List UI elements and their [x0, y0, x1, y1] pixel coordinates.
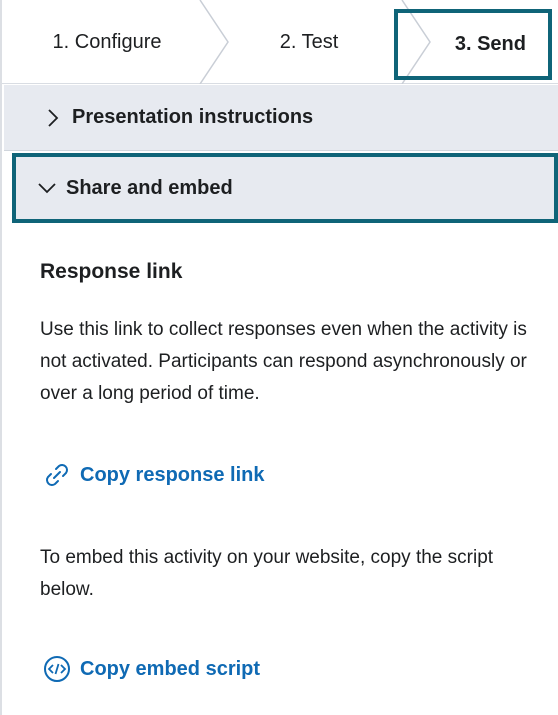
copy-embed-script-button[interactable]: Copy embed script	[40, 654, 260, 684]
activity-send-panel: 1. Configure 2. Test 3. Send Presentatio…	[0, 0, 558, 715]
link-icon	[40, 460, 74, 490]
embed-description: To embed this activity on your website, …	[40, 547, 494, 600]
step-tabs: 1. Configure 2. Test 3. Send	[2, 0, 558, 84]
tab-send[interactable]: 3. Send	[394, 9, 552, 80]
tab-test-label: 2. Test	[279, 30, 339, 53]
accordion-share-label: Share and embed	[66, 176, 233, 199]
response-link-description: Use this link to collect responses even …	[40, 319, 527, 404]
tab-test[interactable]: 2. Test	[214, 0, 404, 84]
copy-response-link-button[interactable]: Copy response link	[40, 460, 265, 490]
chevron-down-icon	[38, 183, 56, 194]
tab-send-label: 3. Send	[454, 33, 526, 55]
copy-response-link-label: Copy response link	[80, 463, 265, 486]
accordion-share-and-embed[interactable]: Share and embed	[12, 153, 558, 223]
accordion-presentation-instructions[interactable]: Presentation instructions	[4, 85, 558, 151]
code-embed-icon	[40, 654, 74, 684]
chevron-right-icon	[48, 108, 59, 127]
tab-configure[interactable]: 1. Configure	[4, 0, 210, 84]
copy-embed-script-label: Copy embed script	[80, 657, 261, 680]
response-link-title: Response link	[40, 260, 183, 283]
accordion-presentation-label: Presentation instructions	[72, 106, 314, 128]
tab-configure-label: 1. Configure	[52, 30, 162, 53]
